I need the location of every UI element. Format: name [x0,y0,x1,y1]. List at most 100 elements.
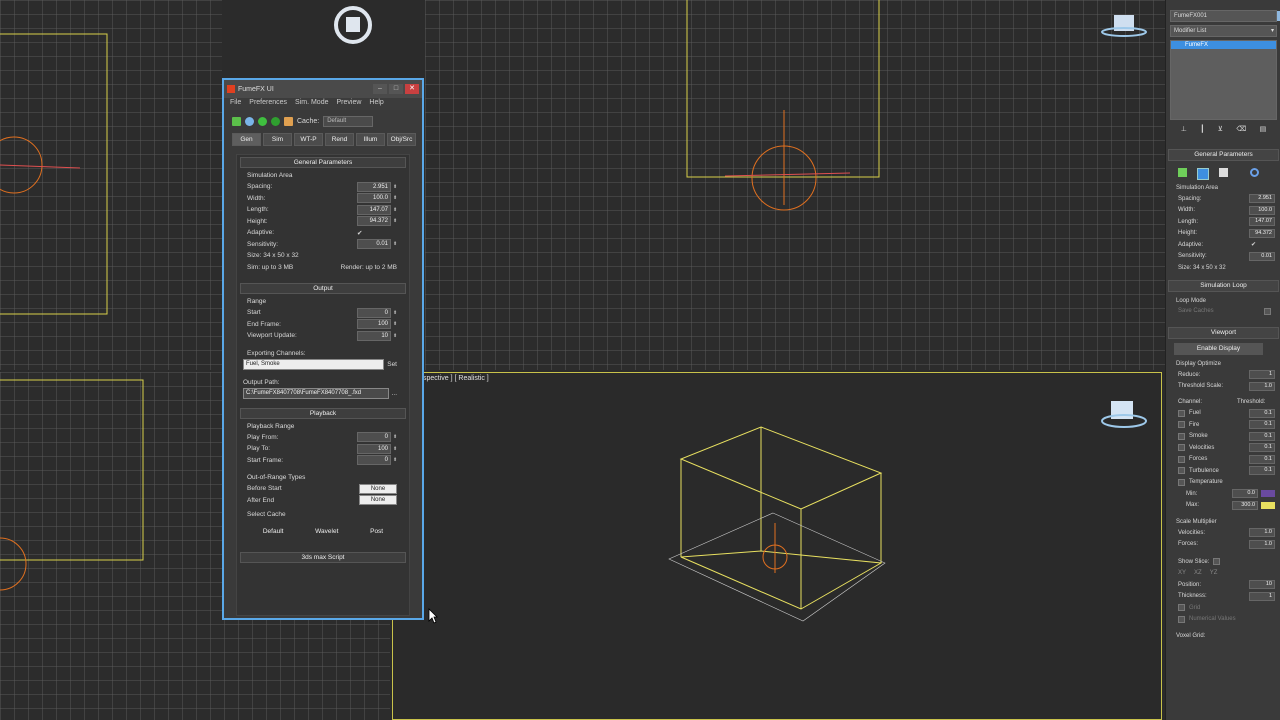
forces-mult-field[interactable]: 1.0 [1249,539,1275,549]
spacing-field[interactable]: 2.951 [1249,194,1275,204]
maximize-button[interactable]: □ [389,84,403,94]
viewport-top-left[interactable] [0,0,222,370]
numerical-checkbox[interactable] [1178,615,1185,623]
length-field[interactable]: 147.07 [1249,217,1275,227]
before-start-dropdown[interactable]: None [359,483,397,494]
enable-display-button[interactable]: Enable Display [1174,343,1263,355]
default-cache-button[interactable]: Default [259,527,288,536]
rollout-simulation-loop[interactable]: Simulation Loop [1168,279,1279,292]
fuel-checkbox[interactable] [1178,409,1185,417]
stack-item-fumefx[interactable]: FumeFX [1171,41,1276,49]
velocities-checkbox[interactable] [1178,444,1185,452]
show-slice-checkbox[interactable] [1213,558,1221,566]
tab-illum[interactable]: Illum [356,133,385,146]
start-field[interactable]: 0 [357,307,391,318]
rollout-general-parameters[interactable]: General Parameters [240,157,406,168]
link-icon[interactable] [1250,168,1259,177]
viewcube-icon[interactable] [333,5,373,45]
fuel-threshold[interactable]: 0.1 [1249,408,1275,418]
viewport-top-right[interactable] [425,0,1165,370]
forces-threshold[interactable]: 0.1 [1249,454,1275,464]
tab-wt-p[interactable]: WT-P [294,133,323,146]
threshold-scale-field[interactable]: 1.0 [1249,381,1275,391]
fumefx-window[interactable]: FumeFX UI – □ ✕ File Preferences Sim. Mo… [222,78,424,620]
grid-icon[interactable] [1197,168,1209,180]
menu-file[interactable]: File [230,99,241,109]
max-color-swatch[interactable] [1261,501,1275,509]
menu-help[interactable]: Help [369,99,383,109]
menu-preview[interactable]: Preview [337,99,362,109]
sensitivity-field[interactable]: 0.01 [357,239,391,250]
spinner-icon[interactable]: ⬍ [393,310,397,316]
viewport-update-field[interactable]: 10 [357,330,391,341]
turbulence-checkbox[interactable] [1178,467,1185,475]
pin-stack-icon[interactable]: ⊥ [1181,125,1187,133]
spacing-field[interactable]: 2.951 [357,181,391,192]
spinner-icon[interactable]: ⬍ [393,218,397,224]
exporting-channels-field[interactable]: Fuel, Smoke [243,359,385,371]
start-sim-icon[interactable] [258,117,267,126]
preview-icon[interactable] [245,117,254,126]
rollout-output[interactable]: Output [240,283,406,294]
continue-sim-icon[interactable] [271,117,280,126]
sensitivity-field[interactable]: 0.01 [1249,251,1275,261]
temperature-checkbox[interactable] [1178,478,1185,486]
cache-select[interactable]: Default [323,116,374,127]
tab-gen[interactable]: Gen [232,133,261,146]
fumefx-titlebar[interactable]: FumeFX UI – □ ✕ [224,80,422,98]
smoke-checkbox[interactable] [1178,432,1185,440]
smoke-threshold[interactable]: 0.1 [1249,431,1275,441]
close-button[interactable]: ✕ [405,84,419,94]
max-field[interactable]: 300.0 [1232,500,1258,510]
object-name-field[interactable]: FumeFX001 [1170,10,1280,22]
viewport-perspective[interactable]: spective ] [ Realistic ] [392,372,1162,720]
adaptive-checkbox[interactable]: ✔ [357,229,397,237]
set-button[interactable]: Set [387,361,397,368]
rollout-general-parameters[interactable]: General Parameters [1168,149,1279,161]
tab-sim[interactable]: Sim [263,133,292,146]
configure-sets-icon[interactable]: ▤ [1260,125,1267,133]
tab-obj-src[interactable]: Obj/Src [387,133,416,146]
rollout-3ds-max-script[interactable]: 3ds max Script [240,551,406,563]
minimize-button[interactable]: – [373,84,387,94]
post-cache-button[interactable]: Post [366,527,387,536]
spinner-icon[interactable]: ⬍ [393,195,397,201]
make-unique-icon[interactable]: ⊻ [1218,125,1223,133]
copy-icon[interactable] [1219,168,1228,177]
slice-yz-radio[interactable]: YZ [1210,570,1218,576]
remove-modifier-icon[interactable]: ⌫ [1236,125,1246,133]
height-field[interactable]: 94.372 [1249,228,1275,238]
browse-button[interactable]: ... [392,390,397,397]
reduce-field[interactable]: 1 [1249,370,1275,380]
spinner-icon[interactable]: ⬍ [393,184,397,190]
height-field[interactable]: 94.372 [357,216,391,227]
tab-rend[interactable]: Rend [325,133,354,146]
rollout-playback[interactable]: Playback [240,407,406,419]
command-panel[interactable]: FumeFX001 Modifier List ▾ FumeFX ⊥ ┃ ⊻ ⌫ ▤ Ge… [1165,0,1280,720]
parameters-panel[interactable]: General Parameters Simulation Area Spaci… [236,154,410,616]
show-end-result-icon[interactable]: ┃ [1200,125,1204,133]
modifier-stack[interactable]: FumeFX [1170,40,1277,120]
end-frame-field[interactable]: 100 [357,319,391,330]
spinner-icon[interactable]: ⬍ [393,434,397,440]
vel-mult-field[interactable]: 1.0 [1249,528,1275,538]
turbulence-threshold[interactable]: 0.1 [1249,466,1275,476]
length-field[interactable]: 147.07 [357,204,391,215]
rollout-viewport[interactable]: Viewport [1168,327,1279,339]
spinner-icon[interactable]: ⬍ [393,207,397,213]
forces-checkbox[interactable] [1178,455,1185,463]
fire-threshold[interactable]: 0.1 [1249,420,1275,430]
thickness-field[interactable]: 1 [1249,591,1275,601]
spinner-icon[interactable]: ⬍ [393,241,397,247]
fire-checkbox[interactable] [1178,421,1185,429]
spinner-icon[interactable]: ⬍ [393,321,397,327]
menu-sim-mode[interactable]: Sim. Mode [295,99,328,109]
save-caches-checkbox[interactable] [1264,307,1271,315]
slice-xy-radio[interactable]: XY [1178,570,1186,576]
velocities-threshold[interactable]: 0.1 [1249,443,1275,453]
spinner-icon[interactable]: ⬍ [393,446,397,452]
open-icon[interactable] [232,117,241,126]
min-color-swatch[interactable] [1261,490,1275,498]
menu-preferences[interactable]: Preferences [249,99,287,109]
open-ui-icon[interactable] [1178,168,1187,177]
